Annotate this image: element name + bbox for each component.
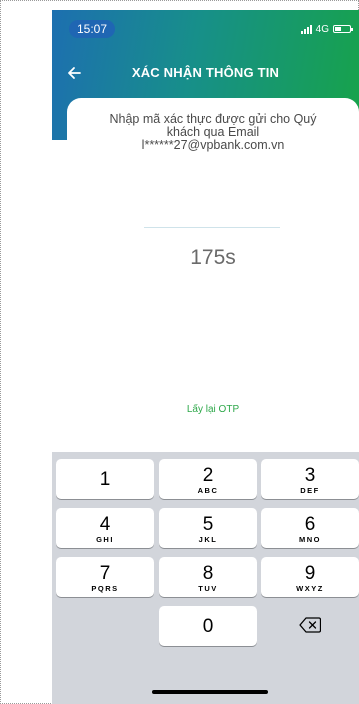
backspace-icon: [299, 617, 321, 633]
key-digit: 3: [304, 465, 316, 486]
key-digit: 5: [202, 514, 214, 535]
phone-screen: 15:07 4G XÁC NHẬN THÔNG TIN Nhập mã xác …: [52, 10, 359, 704]
battery-icon: [333, 25, 353, 33]
key-7[interactable]: 7 PQRS: [56, 557, 154, 597]
instruction-email: l******27@vpbank.com.vn: [141, 138, 285, 152]
resend-otp-link[interactable]: Lấy lại OTP: [67, 404, 359, 415]
key-3[interactable]: 3 DEF: [261, 459, 359, 499]
key-4[interactable]: 4 GHI: [56, 508, 154, 548]
key-digit: 8: [202, 563, 214, 584]
status-time: 15:07: [69, 20, 115, 38]
key-letters: GHI: [96, 535, 114, 544]
signal-icon: [300, 24, 312, 34]
key-letters: ABC: [197, 486, 219, 495]
otp-instruction: Nhập mã xác thực được gửi cho Quý khách …: [95, 113, 331, 152]
key-letters: MNO: [299, 535, 321, 544]
key-letters: PQRS: [91, 584, 119, 593]
key-6[interactable]: 6 MNO: [261, 508, 359, 548]
key-8[interactable]: 8 TUV: [159, 557, 257, 597]
key-digit: 7: [99, 563, 111, 584]
numeric-keyboard: 1 2 ABC 3 DEF 4 GHI 5 JKL 6 MNO 7 PQRS 8…: [52, 452, 359, 704]
home-indicator[interactable]: [152, 690, 268, 694]
key-letters: WXYZ: [296, 584, 324, 593]
key-letters: JKL: [198, 535, 218, 544]
key-digit: 2: [202, 465, 214, 486]
key-2[interactable]: 2 ABC: [159, 459, 257, 499]
key-letters: TUV: [198, 584, 218, 593]
key-digit: 6: [304, 514, 316, 535]
key-5[interactable]: 5 JKL: [159, 508, 257, 548]
network-label: 4G: [315, 23, 329, 35]
delete-key[interactable]: [261, 605, 359, 645]
otp-input[interactable]: [144, 227, 280, 228]
key-9[interactable]: 9 WXYZ: [261, 557, 359, 597]
key-digit: 9: [304, 563, 316, 584]
status-indicators: 4G: [300, 22, 353, 36]
key-1[interactable]: 1: [56, 459, 154, 499]
key-digit: 4: [99, 514, 111, 535]
key-digit: 1: [99, 469, 111, 490]
key-0[interactable]: 0: [159, 606, 257, 646]
key-digit: 0: [202, 616, 214, 637]
page-title: XÁC NHẬN THÔNG TIN: [131, 65, 280, 80]
countdown-timer: 175s: [190, 246, 236, 269]
otp-card: Nhập mã xác thực được gửi cho Quý khách …: [67, 98, 359, 478]
key-letters: DEF: [300, 486, 320, 495]
